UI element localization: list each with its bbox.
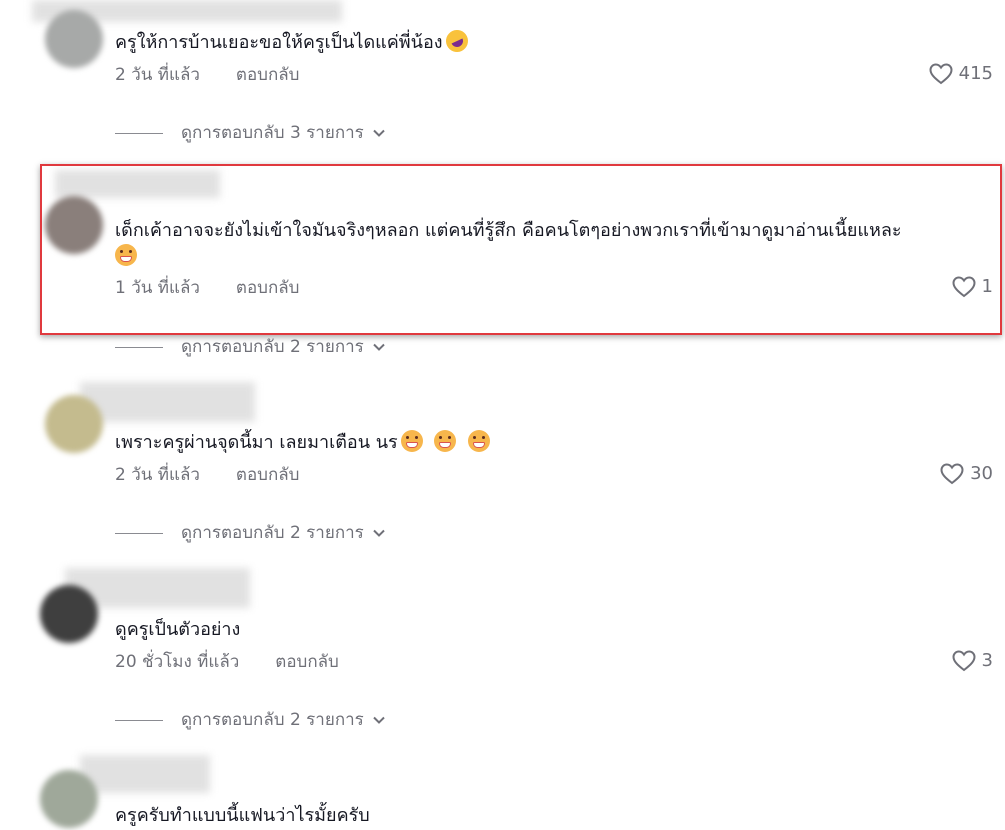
grin-icon — [468, 430, 491, 452]
heart-icon — [940, 463, 964, 485]
divider-line — [115, 719, 163, 721]
view-replies-label: ดูการตอบกลับ 2 รายการ — [181, 337, 364, 357]
like-count: 3 — [981, 650, 993, 671]
chevron-down-icon — [373, 343, 385, 351]
like-button[interactable]: 415 — [929, 63, 993, 85]
avatar[interactable] — [45, 395, 103, 453]
username-blurred — [80, 382, 255, 422]
comment-text: เพราะครูผ่านจุดนี้มา เลยมาเตือน นร — [115, 430, 491, 456]
view-replies-label: ดูการตอบกลับ 2 รายการ — [181, 710, 364, 730]
like-button[interactable]: 3 — [952, 650, 993, 672]
comment-text: ครูครับทำแบบนี้แฟนว่าไรมั้ยครับ — [115, 805, 370, 826]
chevron-down-icon — [373, 716, 385, 724]
comment-meta: 2 วัน ที่แล้ว ตอบกลับ — [115, 464, 299, 486]
like-button[interactable]: 30 — [940, 463, 993, 485]
comment-meta: 2 วัน ที่แล้ว ตอบกลับ — [115, 64, 299, 86]
avatar[interactable] — [45, 10, 103, 68]
view-replies-label: ดูการตอบกลับ 3 รายการ — [181, 123, 364, 143]
chevron-down-icon — [373, 129, 385, 137]
view-replies-button[interactable]: ดูการตอบกลับ 2 รายการ — [115, 709, 386, 731]
like-count: 415 — [958, 63, 993, 84]
comment-text: ครูให้การบ้านเยอะขอให้ครูเป็นไดแค่พี่น้อ… — [115, 26, 472, 56]
reply-button[interactable]: ตอบกลับ — [236, 64, 300, 86]
comment-meta: 20 ชั่วโมง ที่แล้ว ตอบกลับ — [115, 651, 339, 673]
divider-line — [115, 132, 163, 134]
view-replies-button[interactable]: ดูการตอบกลับ 2 รายการ — [115, 522, 386, 544]
heart-icon — [929, 63, 953, 85]
view-replies-button[interactable]: ดูการตอบกลับ 3 รายการ — [115, 122, 386, 144]
comment-text: ดูครูเป็นตัวอย่าง — [115, 619, 241, 640]
comment-time: 20 ชั่วโมง ที่แล้ว — [115, 652, 240, 672]
rofl-icon — [441, 26, 472, 56]
comment-time: 2 วัน ที่แล้ว — [115, 65, 200, 85]
divider-line — [115, 532, 163, 534]
reply-button[interactable]: ตอบกลับ — [275, 651, 339, 673]
grin-icon — [400, 430, 423, 452]
view-replies-button[interactable]: ดูการตอบกลับ 2 รายการ — [115, 336, 386, 358]
grin-icon — [434, 430, 457, 452]
like-count: 30 — [970, 463, 993, 484]
heart-icon — [952, 650, 976, 672]
username-blurred — [80, 755, 210, 793]
reply-button[interactable]: ตอบกลับ — [236, 464, 300, 486]
comment-time: 2 วัน ที่แล้ว — [115, 465, 200, 485]
chevron-down-icon — [373, 529, 385, 537]
avatar[interactable] — [40, 770, 98, 828]
divider-line — [115, 346, 163, 348]
highlight-box — [40, 164, 1002, 335]
view-replies-label: ดูการตอบกลับ 2 รายการ — [181, 523, 364, 543]
avatar[interactable] — [40, 585, 98, 643]
